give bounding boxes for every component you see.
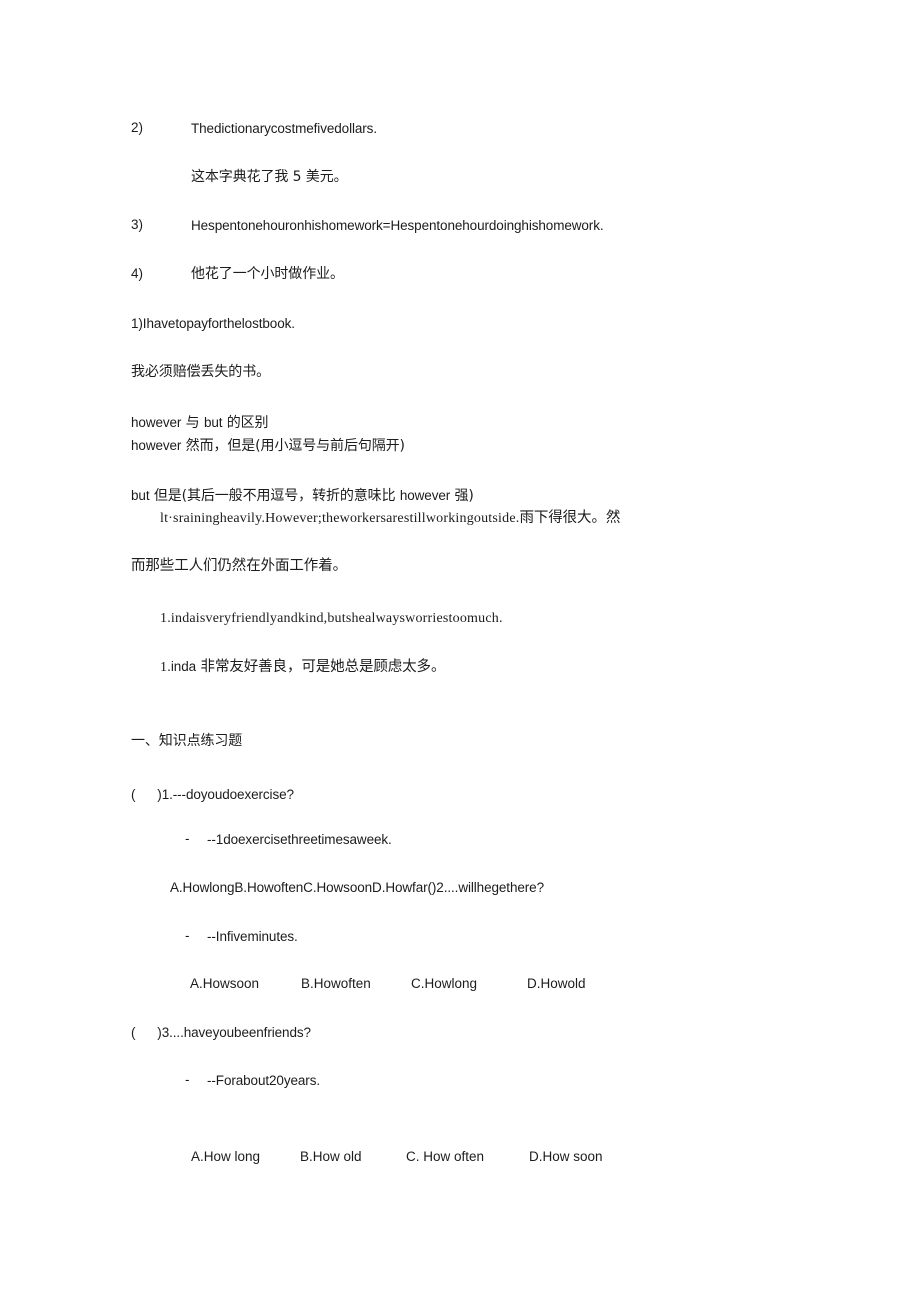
question-1-text: 1.---doyoudoexercise? xyxy=(161,787,294,802)
however-term: however xyxy=(131,438,182,453)
but-definition-line: but 但是(其后一般不用逗号，转折的意味比 however 强) xyxy=(131,487,474,505)
bullet-dash-q3: - xyxy=(185,1072,190,1087)
question-1-answer: --1doexercisethreetimesaweek. xyxy=(207,832,392,847)
raining-example-line: lt·srainingheavily.However;theworkersare… xyxy=(160,509,620,528)
question-2-option-a[interactable]: A.Howsoon xyxy=(190,976,259,991)
question-1-options-line: A.HowlongB.HowoftenC.HowsoonD.Howfar()2.… xyxy=(170,880,544,895)
question-3-stem: ( )3....haveyoubeenfriends? xyxy=(131,1024,311,1042)
list-marker-4: 4) xyxy=(131,266,144,281)
but-definition-however: however xyxy=(399,488,451,503)
question-1-stem: ( )1.---doyoudoexercise? xyxy=(131,786,294,804)
question-2-option-b[interactable]: B.Howoften xyxy=(301,976,371,991)
however-heading-cn-1: 与 xyxy=(181,415,204,431)
linda-example-english: 1.indaisveryfriendlyandkind,butshealways… xyxy=(160,611,503,626)
sentence-3-english: Hespentonehouronhishomework=Hespentoneho… xyxy=(191,218,604,233)
document-page: 2) Thedictionarycostmefivedollars. 这本字典花… xyxy=(0,0,920,1301)
however-keyword: however xyxy=(131,415,182,430)
list-marker-3: 3) xyxy=(131,217,144,232)
raining-example-english: lt·srainingheavily.However;theworkersare… xyxy=(160,511,520,526)
however-definition-cn: 然而，但是(用小逗号与前后句隔开) xyxy=(181,438,405,454)
however-vs-but-heading: however 与 but 的区别 xyxy=(131,414,269,432)
sentence-2-english: Thedictionarycostmefivedollars. xyxy=(191,121,377,136)
bullet-dash-q2: - xyxy=(185,928,190,943)
question-3-option-d[interactable]: D.How soon xyxy=(529,1149,603,1164)
question-3-text: 3....haveyoubeenfriends? xyxy=(161,1025,311,1040)
but-term: but xyxy=(131,488,150,503)
linda-example-chinese: 1.inda 非常友好善良，可是她总是顾虑太多。 xyxy=(160,658,445,677)
however-definition-line: however 然而，但是(用小逗号与前后句隔开) xyxy=(131,437,405,455)
linda-example-name: inda xyxy=(170,659,197,674)
bullet-dash-q1: - xyxy=(185,831,190,846)
sentence-pay-chinese: 我必须赔偿丢失的书。 xyxy=(131,364,270,380)
sentence-2-chinese: 这本字典花了我 5 美元。 xyxy=(191,169,348,185)
question-3-option-c[interactable]: C. How often xyxy=(406,1149,484,1164)
question-2-answer: --Infiveminutes. xyxy=(207,929,298,944)
question-3-option-a[interactable]: A.How long xyxy=(191,1149,260,1164)
list-marker-2: 2) xyxy=(131,120,144,135)
but-keyword: but xyxy=(203,415,223,430)
sentence-4-chinese: 他花了一个小时做作业。 xyxy=(191,266,344,282)
but-definition-cn-2: 强) xyxy=(450,488,474,504)
linda-example-number: 1. xyxy=(160,660,171,675)
linda-example-chinese-text: 非常友好善良，可是她总是顾虑太多。 xyxy=(196,659,446,675)
raining-example-chinese-part1: 雨下得很大。然 xyxy=(519,510,621,526)
question-3-option-b[interactable]: B.How old xyxy=(300,1149,362,1164)
answer-blank-parentheses-3[interactable]: ( ) xyxy=(131,1025,162,1040)
question-3-answer: --Forabout20years. xyxy=(207,1073,321,1088)
question-2-option-c[interactable]: C.Howlong xyxy=(411,976,477,991)
raining-example-chinese-part2: 而那些工人们仍然在外面工作着。 xyxy=(131,558,347,574)
sentence-pay-english: 1)Ihavetopayforthelostbook. xyxy=(131,316,295,331)
however-heading-cn-2: 的区别 xyxy=(222,415,269,431)
but-definition-cn-1: 但是(其后一般不用逗号，转折的意味比 xyxy=(149,488,400,504)
question-2-option-d[interactable]: D.Howold xyxy=(527,976,586,991)
section-title-exercises: 一、知识点练习题 xyxy=(131,733,243,749)
answer-blank-parentheses-1[interactable]: ( ) xyxy=(131,787,162,802)
